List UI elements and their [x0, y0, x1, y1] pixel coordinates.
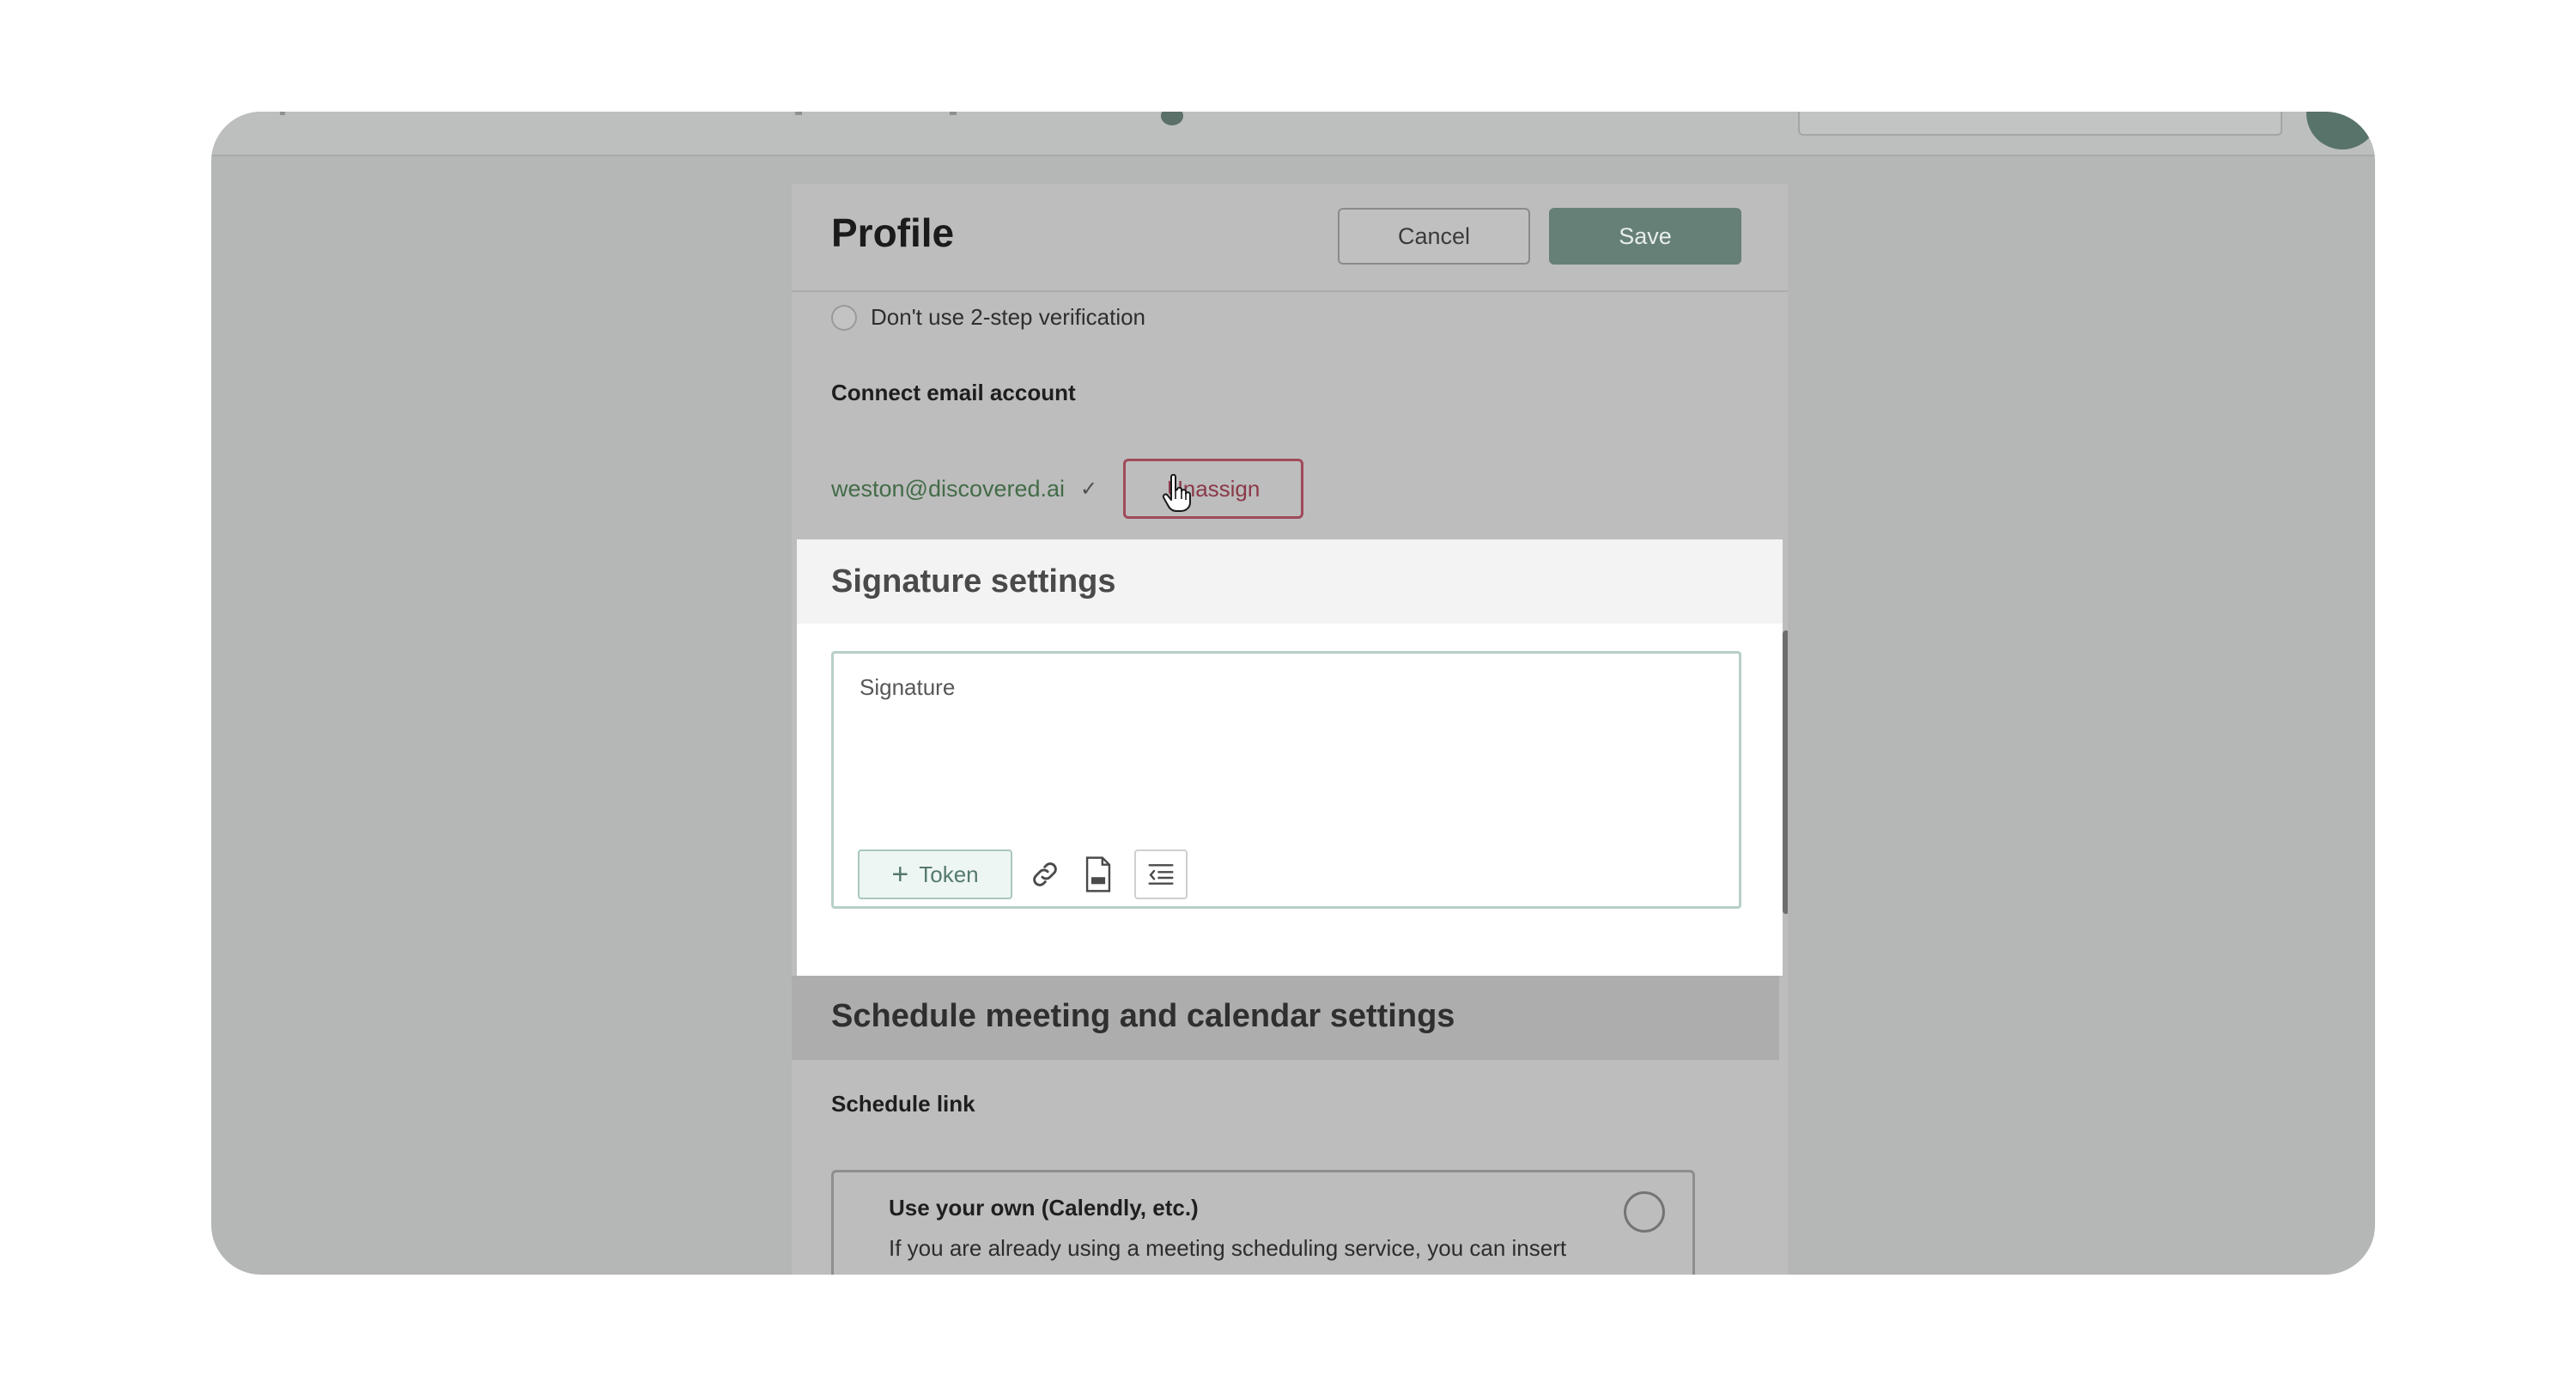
insert-image-button[interactable] — [1078, 854, 1119, 895]
no-2fa-radio[interactable] — [831, 304, 857, 331]
calendar-settings-title: Schedule meeting and calendar settings — [831, 998, 1455, 1034]
unassign-button[interactable]: Unassign — [1123, 459, 1304, 519]
check-icon: ✓ — [1080, 477, 1098, 501]
token-label: Token — [919, 861, 979, 887]
modal-header: Profile Cancel Save — [792, 184, 1788, 292]
use-own-scheduler-radio[interactable] — [1624, 1191, 1665, 1233]
no-2fa-label: Don't use 2-step verification — [871, 304, 1146, 330]
header-nav-item[interactable] — [950, 112, 957, 115]
connected-email-row: weston@discovered.ai ✓ Unassign — [831, 459, 1304, 519]
header-search-input[interactable] — [1798, 112, 2282, 136]
signature-placeholder: Signature — [860, 674, 956, 700]
header-nav-item[interactable] — [280, 112, 285, 115]
signature-settings-header: Signature settings — [797, 539, 1783, 624]
jpg-file-icon — [1085, 856, 1111, 892]
use-own-scheduler-title: Use your own (Calendly, etc.) — [889, 1195, 1199, 1221]
indent-icon — [1148, 864, 1174, 885]
notification-dot[interactable] — [1161, 112, 1183, 125]
connected-email: weston@discovered.ai — [831, 475, 1066, 502]
save-button[interactable]: Save — [1549, 208, 1741, 265]
use-own-scheduler-option[interactable]: Use your own (Calendly, etc.) If you are… — [831, 1170, 1695, 1275]
page-title: Profile — [831, 210, 955, 255]
app-window: Profile Cancel Save Don't use 2-step ver… — [211, 112, 2375, 1275]
signature-editor[interactable]: Signature + Token — [831, 651, 1741, 909]
connect-email-heading: Connect email account — [831, 380, 1076, 405]
signature-toolbar: + Token — [858, 849, 1188, 899]
no-2fa-option[interactable]: Don't use 2-step verification — [831, 304, 1145, 331]
signature-settings-panel: Signature settings Signature + Token — [797, 539, 1783, 976]
use-own-scheduler-description: If you are already using a meeting sched… — [889, 1235, 1567, 1275]
modal-scrollbar[interactable] — [1783, 630, 1788, 914]
app-header — [211, 112, 2375, 156]
profile-modal: Profile Cancel Save Don't use 2-step ver… — [792, 184, 1788, 1275]
indent-button[interactable] — [1134, 849, 1188, 899]
avatar[interactable] — [2306, 112, 2375, 149]
add-token-button[interactable]: + Token — [858, 849, 1012, 899]
signature-settings-title: Signature settings — [831, 563, 1116, 600]
calendar-settings-header: Schedule meeting and calendar settings — [792, 976, 1779, 1060]
insert-link-button[interactable] — [1024, 854, 1066, 895]
header-nav-item[interactable] — [795, 112, 802, 115]
cancel-button[interactable]: Cancel — [1338, 208, 1530, 265]
plus-icon: + — [891, 857, 909, 891]
link-icon — [1033, 862, 1057, 886]
schedule-link-heading: Schedule link — [831, 1091, 975, 1117]
hand-cursor-icon — [1163, 473, 1192, 512]
